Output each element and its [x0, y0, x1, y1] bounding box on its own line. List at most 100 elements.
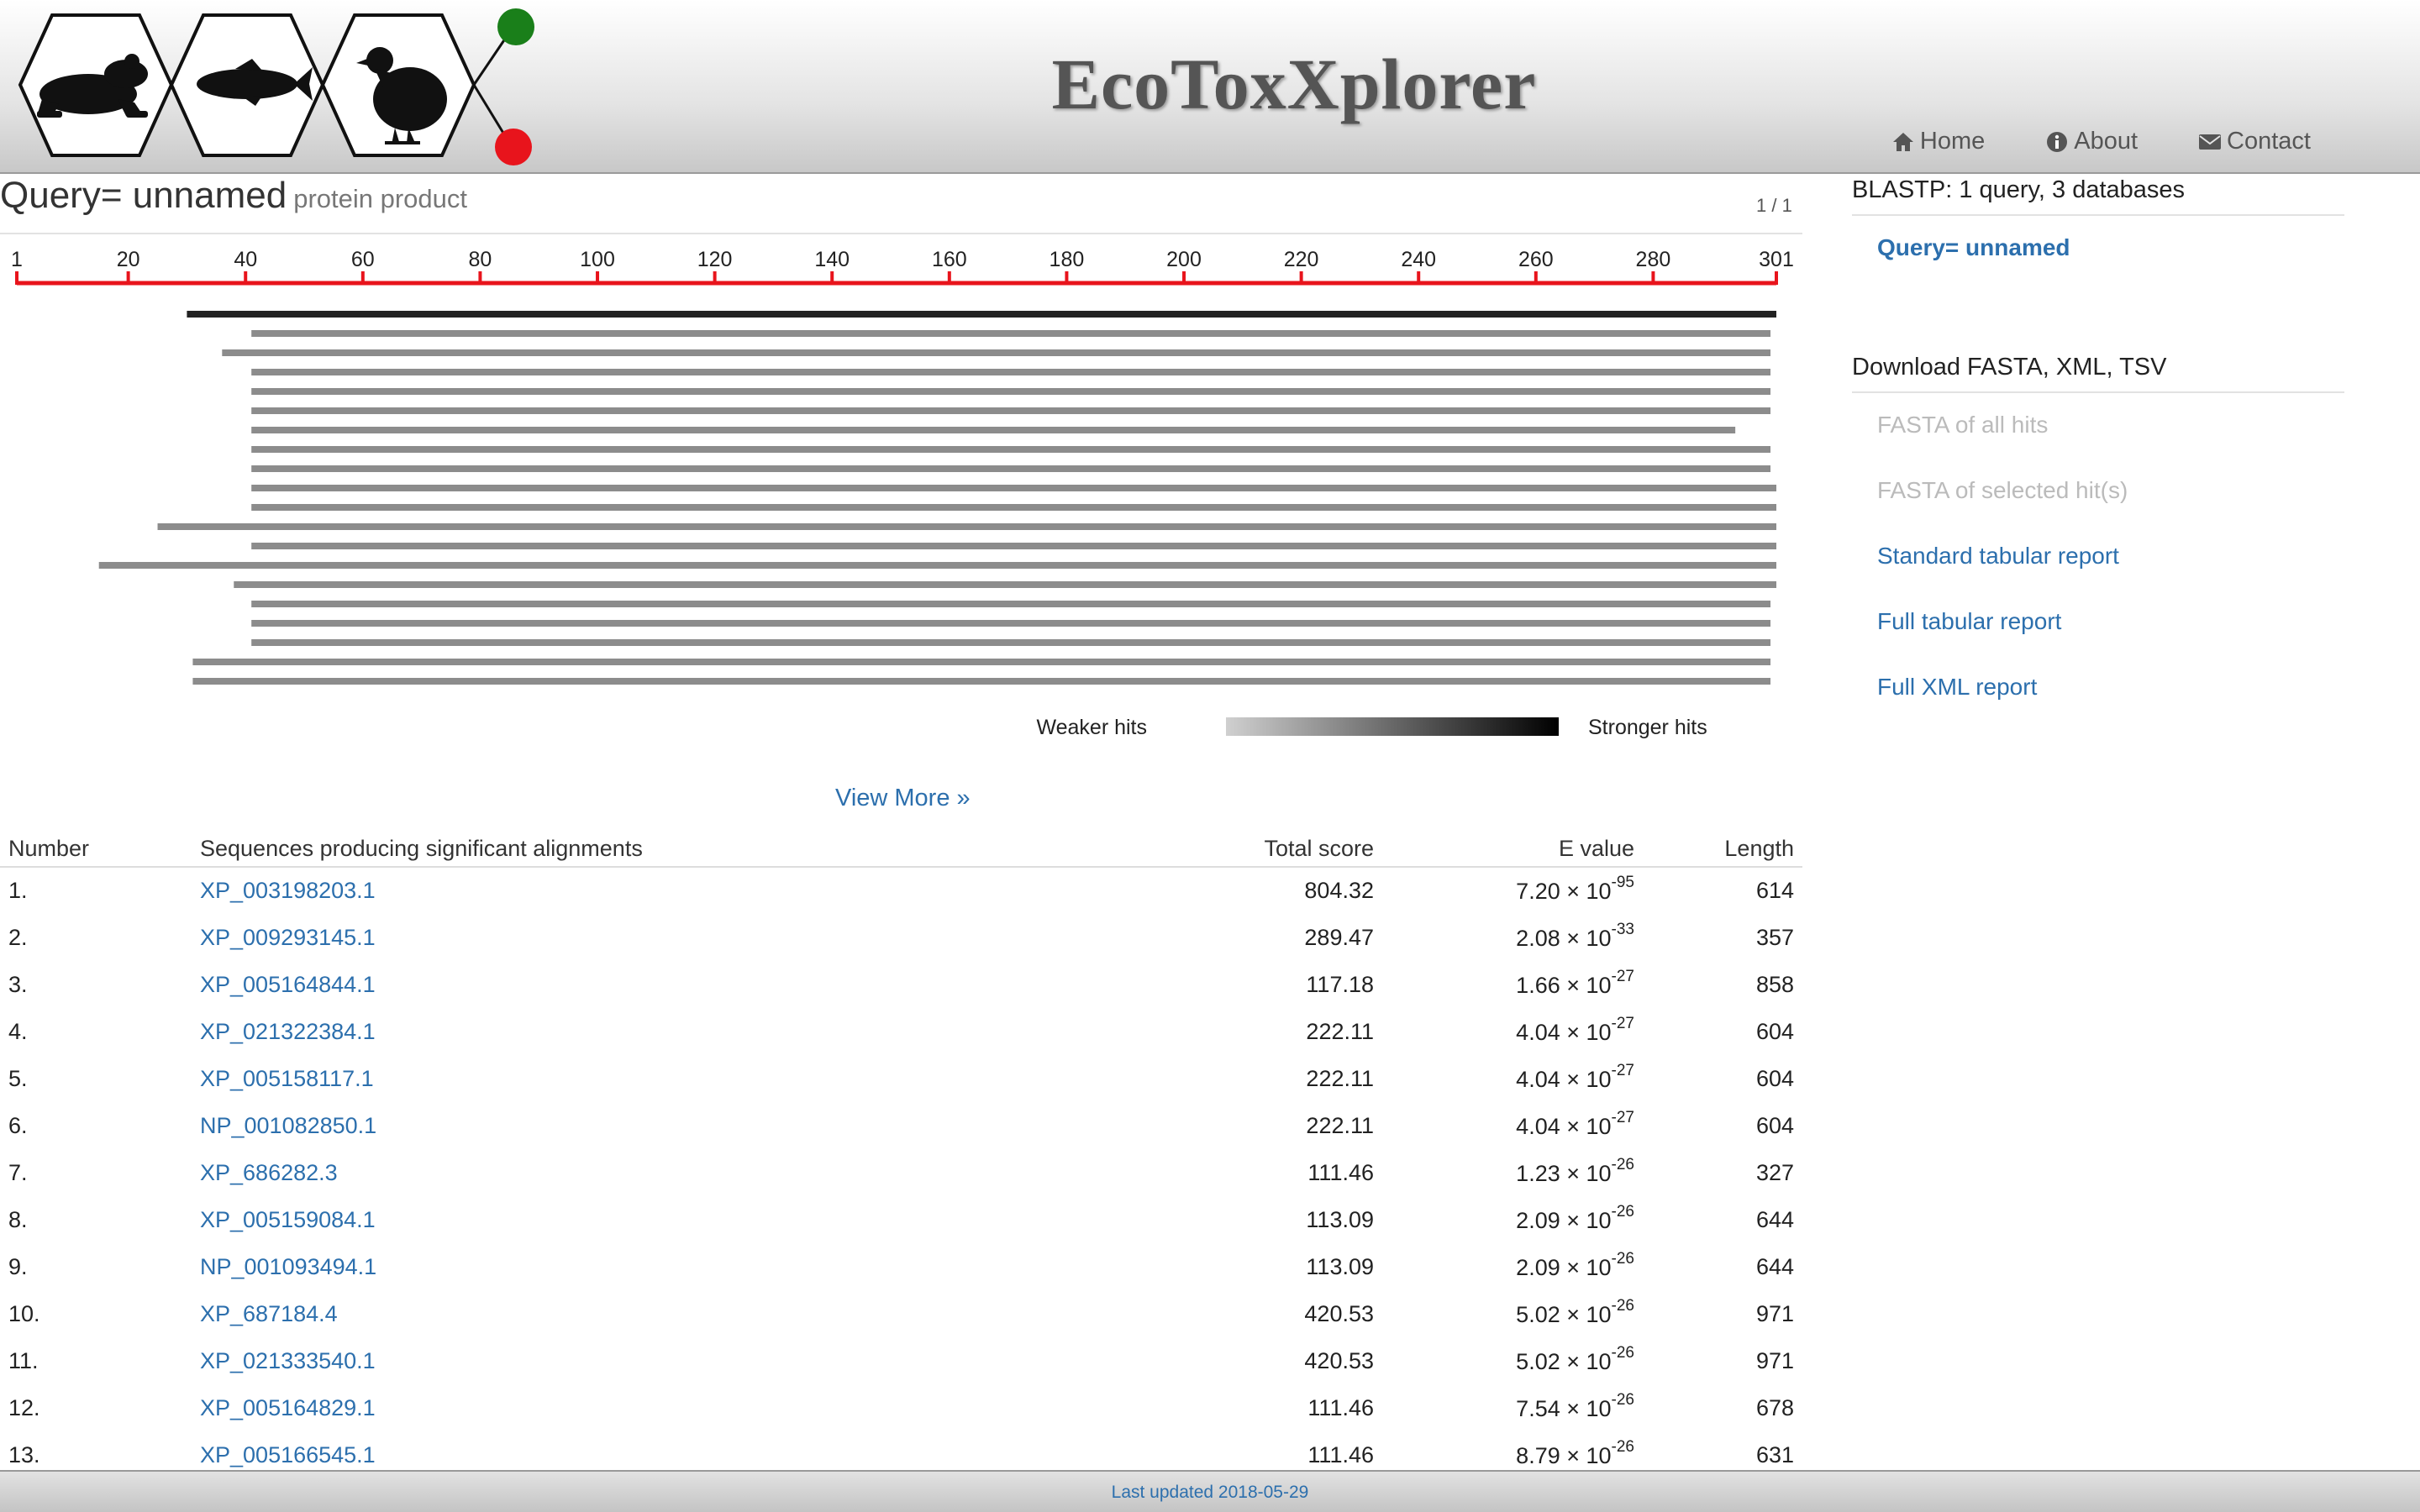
ruler-tick-label: 100 [580, 248, 615, 271]
evalue-mantissa: 4.04 × 10 [1516, 1113, 1612, 1139]
row-evalue: 4.04 × 10-27 [1382, 1055, 1643, 1102]
nav-about[interactable]: About [2045, 128, 2138, 155]
table-row[interactable]: 8. XP_005159084.1 113.09 2.09 × 10-26 644 [0, 1196, 1802, 1243]
hit-bar[interactable] [222, 349, 1771, 356]
row-number: 11. [8, 1347, 39, 1373]
hit-bars [98, 311, 1777, 685]
site-logo[interactable] [0, 0, 555, 174]
hit-bar[interactable] [192, 659, 1771, 665]
sidebar-query-link[interactable]: Query= unnamed [1877, 234, 2344, 261]
row-total-score: 111.46 [1307, 1159, 1374, 1185]
row-length: 327 [1755, 1159, 1794, 1185]
sequence-link[interactable]: XP_003198203.1 [200, 878, 376, 903]
table-row[interactable]: 1. XP_003198203.1 804.32 7.20 × 10-95 614 [0, 867, 1802, 914]
ruler-tick-label: 140 [814, 248, 850, 271]
alignment-overview-chart: 1 20 40 60 80 100 120 140 160 180 200 220 240 260 280 3… [11, 248, 1794, 739]
hit-bar[interactable] [251, 639, 1771, 646]
row-total-score: 222.11 [1306, 1112, 1374, 1138]
download-link[interactable]: Full XML report [1877, 674, 2344, 701]
nav-home[interactable]: Home [1891, 128, 1985, 155]
hits-table: Number Sequences producing significant a… [0, 832, 1802, 1478]
sequence-link[interactable]: XP_005158117.1 [200, 1066, 374, 1091]
download-link[interactable]: Full tabular report [1877, 608, 2344, 635]
query-subtitle: protein product [293, 184, 468, 213]
table-row[interactable]: 5. XP_005158117.1 222.11 4.04 × 10-27 604 [0, 1055, 1802, 1102]
hit-bar[interactable] [98, 562, 1777, 569]
sequence-link[interactable]: NP_001093494.1 [200, 1254, 376, 1279]
evalue-exponent: -26 [1611, 1155, 1634, 1173]
row-length: 971 [1755, 1347, 1794, 1373]
sequence-link[interactable]: XP_005164829.1 [200, 1395, 376, 1420]
legend-weaker-label: Weaker hits [1036, 716, 1147, 739]
hit-bar[interactable] [251, 330, 1771, 337]
query-heading: Query= unnamed protein product [0, 175, 467, 217]
evalue-mantissa: 5.02 × 10 [1516, 1348, 1612, 1374]
hit-bar[interactable] [251, 427, 1736, 433]
table-row[interactable]: 9. NP_001093494.1 113.09 2.09 × 10-26 644 [0, 1243, 1802, 1290]
evalue-mantissa: 2.09 × 10 [1516, 1207, 1612, 1233]
table-row[interactable]: 7. XP_686282.3 111.46 1.23 × 10-26 327 [0, 1149, 1802, 1196]
ruler-tick-label: 240 [1401, 248, 1436, 271]
hit-bar[interactable] [251, 407, 1771, 414]
sequence-link[interactable]: XP_021333540.1 [200, 1348, 376, 1373]
table-row[interactable]: 3. XP_005164844.1 117.18 1.66 × 10-27 858 [0, 961, 1802, 1008]
row-number: 6. [8, 1112, 28, 1138]
row-number: 12. [8, 1394, 40, 1420]
row-number: 5. [8, 1065, 28, 1091]
sequence-link[interactable]: XP_005159084.1 [200, 1207, 376, 1232]
hit-bar[interactable] [192, 678, 1771, 685]
row-total-score: 804.32 [1304, 878, 1374, 903]
evalue-exponent: -26 [1611, 1202, 1634, 1221]
query-title: Query= unnamed [0, 175, 287, 216]
nav-contact[interactable]: Contact [2198, 128, 2311, 155]
evalue-mantissa: 2.08 × 10 [1516, 925, 1612, 951]
hit-bar[interactable] [251, 465, 1771, 472]
sequence-link[interactable]: XP_005164844.1 [200, 972, 376, 997]
row-sequence-cell: XP_687184.4 [192, 1290, 1105, 1337]
table-row[interactable]: 6. NP_001082850.1 222.11 4.04 × 10-27 604 [0, 1102, 1802, 1149]
hit-bar[interactable] [157, 523, 1776, 530]
hit-bar[interactable] [187, 311, 1776, 318]
hit-bar[interactable] [251, 446, 1771, 453]
row-evalue: 1.23 × 10-26 [1382, 1149, 1643, 1196]
hit-bar[interactable] [234, 581, 1776, 588]
sequence-link[interactable]: NP_001082850.1 [200, 1113, 376, 1138]
sequence-link[interactable]: XP_021322384.1 [200, 1019, 376, 1044]
table-row[interactable]: 4. XP_021322384.1 222.11 4.04 × 10-27 604 [0, 1008, 1802, 1055]
view-more-link[interactable]: View More » [835, 785, 971, 812]
table-header-row: Number Sequences producing significant a… [0, 832, 1802, 868]
hexagon-fish [169, 13, 325, 157]
table-row[interactable]: 10. XP_687184.4 420.53 5.02 × 10-26 971 [0, 1290, 1802, 1337]
download-link[interactable]: Standard tabular report [1877, 543, 2344, 570]
hit-bar[interactable] [251, 601, 1771, 607]
evalue-mantissa: 1.23 × 10 [1516, 1160, 1612, 1186]
query-ruler: 1 20 40 60 80 100 120 140 160 180 200 220 240 260 280 3… [11, 248, 1794, 286]
row-number: 3. [8, 971, 28, 997]
row-number: 8. [8, 1206, 28, 1232]
row-sequence-cell: NP_001082850.1 [192, 1102, 1105, 1149]
hit-bar[interactable] [251, 504, 1777, 511]
red-status-dot [495, 129, 532, 165]
hit-bar[interactable] [251, 388, 1771, 395]
hit-bar[interactable] [251, 369, 1771, 375]
table-row[interactable]: 2. XP_009293145.1 289.47 2.08 × 10-33 357 [0, 914, 1802, 961]
row-total-score: 117.18 [1306, 971, 1374, 997]
row-number: 1. [8, 878, 28, 903]
sequence-link[interactable]: XP_009293145.1 [200, 925, 376, 950]
table-row[interactable]: 11. XP_021333540.1 420.53 5.02 × 10-26 971 [0, 1337, 1802, 1384]
ruler-tick-label: 260 [1518, 248, 1554, 271]
app-title: EcoToxXplorer [1051, 44, 1537, 124]
sequence-link[interactable]: XP_005166545.1 [200, 1442, 376, 1467]
row-length: 604 [1755, 1018, 1794, 1044]
row-length: 971 [1755, 1300, 1794, 1326]
legend-gradient [1226, 717, 1559, 736]
hexagon-bird [320, 13, 476, 157]
hit-bar[interactable] [251, 620, 1771, 627]
hit-bar[interactable] [251, 485, 1777, 491]
sequence-link[interactable]: XP_687184.4 [200, 1301, 338, 1326]
evalue-mantissa: 7.20 × 10 [1516, 879, 1612, 904]
evalue-exponent: -26 [1611, 1437, 1634, 1456]
table-row[interactable]: 12. XP_005164829.1 111.46 7.54 × 10-26 678 [0, 1384, 1802, 1431]
sequence-link[interactable]: XP_686282.3 [200, 1160, 338, 1185]
hit-bar[interactable] [251, 543, 1777, 549]
